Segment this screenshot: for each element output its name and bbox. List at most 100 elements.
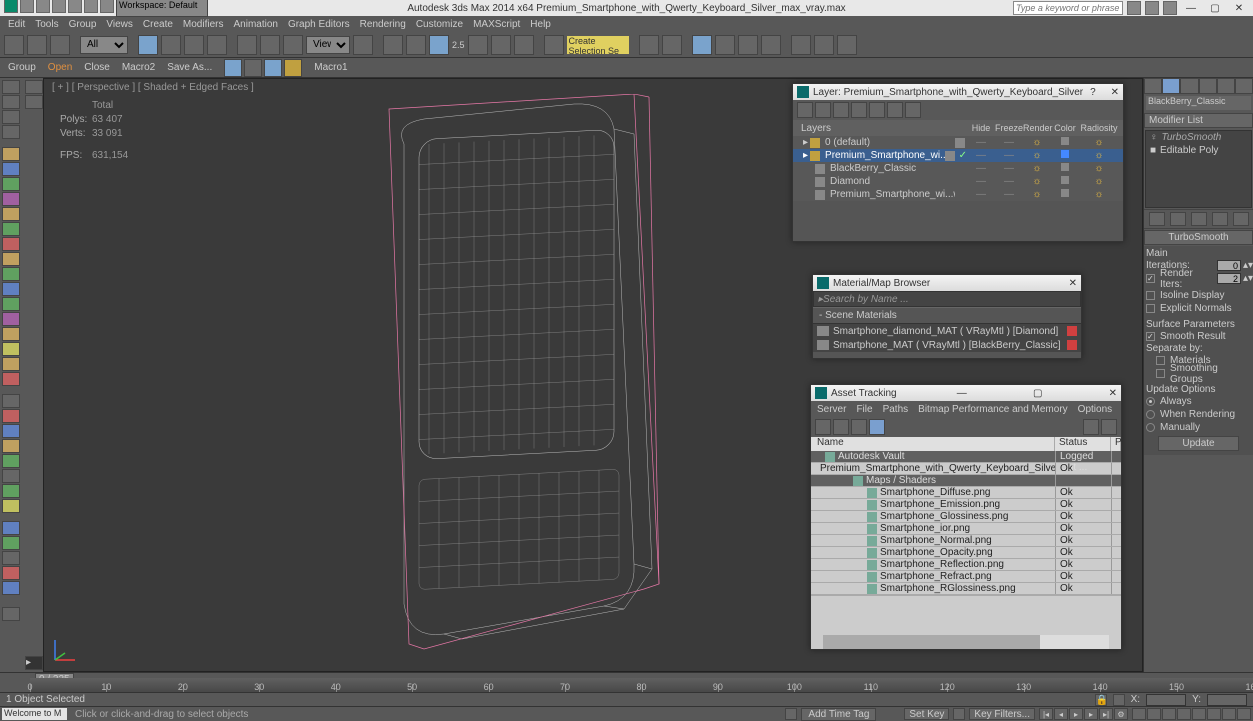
- menu-tools[interactable]: Tools: [35, 19, 58, 30]
- cat-cone-icon[interactable]: [2, 327, 20, 341]
- layer-panel-titlebar[interactable]: Layer: Premium_Smartphone_with_Qwerty_Ke…: [793, 84, 1123, 100]
- ext-6-icon[interactable]: [2, 469, 20, 483]
- asset-menu-server[interactable]: Server: [817, 404, 846, 415]
- set-key-button[interactable]: Set Key: [904, 708, 949, 720]
- menu-customize[interactable]: Customize: [416, 19, 463, 30]
- macro-macro2[interactable]: Macro2: [122, 62, 155, 73]
- cat-systems-icon[interactable]: [2, 237, 20, 251]
- menu-create[interactable]: Create: [143, 19, 173, 30]
- asset-row[interactable]: Smartphone_Reflection.pngOk: [811, 559, 1121, 571]
- add-to-layer-icon[interactable]: [833, 102, 849, 118]
- layer-row[interactable]: ▸Premium_Smartphone_wi...werty_Keyboard_…: [793, 149, 1123, 162]
- menu-modifiers[interactable]: Modifiers: [183, 19, 224, 30]
- tab-hierarchy-icon[interactable]: [1180, 78, 1198, 94]
- goto-start-icon[interactable]: |◂: [1039, 708, 1053, 720]
- layer-panel-help-icon[interactable]: ?: [1090, 87, 1096, 98]
- help-search-input[interactable]: [1013, 1, 1123, 15]
- render-frame-icon[interactable]: [814, 35, 834, 55]
- key-filters-button[interactable]: Key Filters...: [969, 708, 1035, 720]
- render-iters-input[interactable]: [1217, 273, 1241, 284]
- asset-view1-icon[interactable]: [833, 419, 849, 435]
- snap-options-icon[interactable]: [2, 80, 20, 94]
- new-layer-icon[interactable]: [797, 102, 813, 118]
- select-name-icon[interactable]: [161, 35, 181, 55]
- menu-help[interactable]: Help: [530, 19, 551, 30]
- ext-1-icon[interactable]: [2, 394, 20, 408]
- coord-x-input[interactable]: [1146, 694, 1186, 706]
- goto-end-icon[interactable]: ▸|: [1099, 708, 1113, 720]
- spinner-snap-icon[interactable]: [514, 35, 534, 55]
- qat-open-icon[interactable]: [36, 0, 50, 13]
- macro-close[interactable]: Close: [84, 62, 110, 73]
- menu-rendering[interactable]: Rendering: [360, 19, 406, 30]
- explicit-normals-checkbox[interactable]: [1146, 304, 1155, 313]
- pan-view-icon[interactable]: [1207, 708, 1221, 720]
- favorites-icon[interactable]: [1145, 1, 1159, 15]
- tab-create-icon[interactable]: [1144, 78, 1162, 94]
- ext-3-icon[interactable]: [2, 424, 20, 438]
- next-frame-icon[interactable]: ▸: [1084, 708, 1098, 720]
- zoom-extents-icon[interactable]: [1177, 708, 1191, 720]
- named-sel-edit-icon[interactable]: [544, 35, 564, 55]
- asset-row[interactable]: Autodesk VaultLogged Out ...: [811, 451, 1121, 463]
- key-mode-icon[interactable]: [953, 708, 965, 720]
- window-crossing-icon[interactable]: [207, 35, 227, 55]
- add-time-tag-button[interactable]: Add Time Tag: [801, 708, 876, 721]
- time-config-icon[interactable]: ⚙: [1114, 708, 1128, 720]
- cat-spacewarps-icon[interactable]: [2, 222, 20, 236]
- asset-view2-icon[interactable]: [851, 419, 867, 435]
- pan-icon[interactable]: [1132, 708, 1146, 720]
- layer-row[interactable]: Premium_Smartphone_wi...werty_Keyboard——…: [793, 188, 1123, 201]
- asset-menu-file[interactable]: File: [856, 404, 872, 415]
- menu-edit[interactable]: Edit: [8, 19, 25, 30]
- material-row[interactable]: Smartphone_MAT ( VRayMtl ) [BlackBerry_C…: [813, 338, 1081, 352]
- menu-graph-editors[interactable]: Graph Editors: [288, 19, 350, 30]
- named-selection-dropdown[interactable]: Create Selection Se: [567, 36, 629, 54]
- brush-2-icon[interactable]: [25, 95, 43, 109]
- menu-group[interactable]: Group: [69, 19, 97, 30]
- max-toggle-icon[interactable]: [1237, 708, 1251, 720]
- orbit-icon[interactable]: [1222, 708, 1236, 720]
- coord-y-input[interactable]: [1207, 694, 1247, 706]
- isoline-checkbox[interactable]: [1146, 291, 1155, 300]
- turbosmooth-rollout-header[interactable]: TurboSmooth: [1144, 230, 1253, 245]
- scale-icon[interactable]: [283, 35, 303, 55]
- show-end-result-icon[interactable]: [1170, 212, 1186, 226]
- cat-box-icon[interactable]: [2, 252, 20, 266]
- select-object-icon[interactable]: [138, 35, 158, 55]
- timeline[interactable]: 0 / 225 01020304050607080901001101201301…: [0, 672, 1253, 692]
- stack-editable-poly[interactable]: ■Editable Poly: [1146, 144, 1251, 157]
- comm-center-icon2[interactable]: [785, 708, 797, 720]
- prev-frame-icon[interactable]: ◂: [1054, 708, 1068, 720]
- ref-coord-dropdown[interactable]: View: [306, 36, 350, 54]
- render-iters-checkbox[interactable]: [1146, 274, 1155, 283]
- asset-row[interactable]: Smartphone_Normal.pngOk: [811, 535, 1121, 547]
- delete-layer-icon[interactable]: [815, 102, 831, 118]
- qat-save-icon[interactable]: [52, 0, 66, 13]
- update-button[interactable]: Update: [1158, 436, 1239, 451]
- ext-11-icon[interactable]: [2, 551, 20, 565]
- material-panel-close-icon[interactable]: ✕: [1069, 278, 1077, 289]
- listener-icon[interactable]: [2, 607, 20, 621]
- link-icon[interactable]: [50, 35, 70, 55]
- cat-shapes-icon[interactable]: [2, 162, 20, 176]
- zoom-all-icon[interactable]: [1162, 708, 1176, 720]
- percent-snap-icon[interactable]: [491, 35, 511, 55]
- grid-icon[interactable]: [2, 95, 20, 109]
- time-ruler[interactable]: 0102030405060708090100110120130140150160: [30, 678, 1253, 692]
- modifier-list-dropdown[interactable]: Modifier List: [1144, 113, 1253, 128]
- material-panel-titlebar[interactable]: Material/Map Browser ✕: [813, 275, 1081, 291]
- cat-sphere-icon[interactable]: [2, 267, 20, 281]
- lock-selection-icon[interactable]: 🔒: [1095, 694, 1107, 706]
- cat-cylinder-icon[interactable]: [2, 282, 20, 296]
- macro-open[interactable]: Open: [48, 62, 72, 73]
- asset-tracking-panel[interactable]: Asset Tracking — ▢ ✕ ServerFilePathsBitm…: [810, 384, 1122, 650]
- asset-panel-maximize-icon[interactable]: ▢: [1033, 388, 1042, 399]
- macro-group[interactable]: Group: [8, 62, 36, 73]
- abs-rel-icon[interactable]: [1113, 694, 1125, 706]
- ortho-icon[interactable]: [2, 110, 20, 124]
- cat-tube-icon[interactable]: [2, 342, 20, 356]
- ext-12-icon[interactable]: [2, 566, 20, 580]
- update-always-radio[interactable]: [1146, 397, 1155, 406]
- app-icon[interactable]: [4, 0, 18, 13]
